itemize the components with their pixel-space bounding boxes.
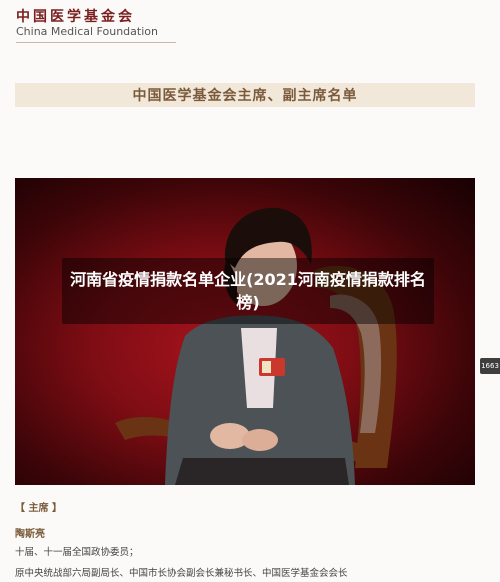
- bio-line-2: 原中央统战部六局副局长、中国市长协会副会长兼秘书长、中国医学基金会会长: [15, 568, 348, 579]
- header-divider: [16, 42, 176, 43]
- section-label: 【 主席 】: [15, 503, 62, 514]
- portrait-photo: [15, 178, 475, 485]
- logo-cn: 中国医学基金会: [16, 9, 135, 25]
- portrait-illustration: [115, 207, 397, 485]
- person-name: 陶斯亮: [15, 529, 45, 540]
- side-badge[interactable]: 1663: [480, 358, 500, 374]
- logo-en: China Medical Foundation: [16, 25, 158, 38]
- bio-line-1: 十届、十一届全国政协委员；: [15, 547, 139, 558]
- page-banner-title: 中国医学基金会主席、副主席名单: [15, 83, 475, 107]
- article-title-overlay: 河南省疫情捐款名单企业(2021河南疫情捐款排名榜): [62, 258, 434, 324]
